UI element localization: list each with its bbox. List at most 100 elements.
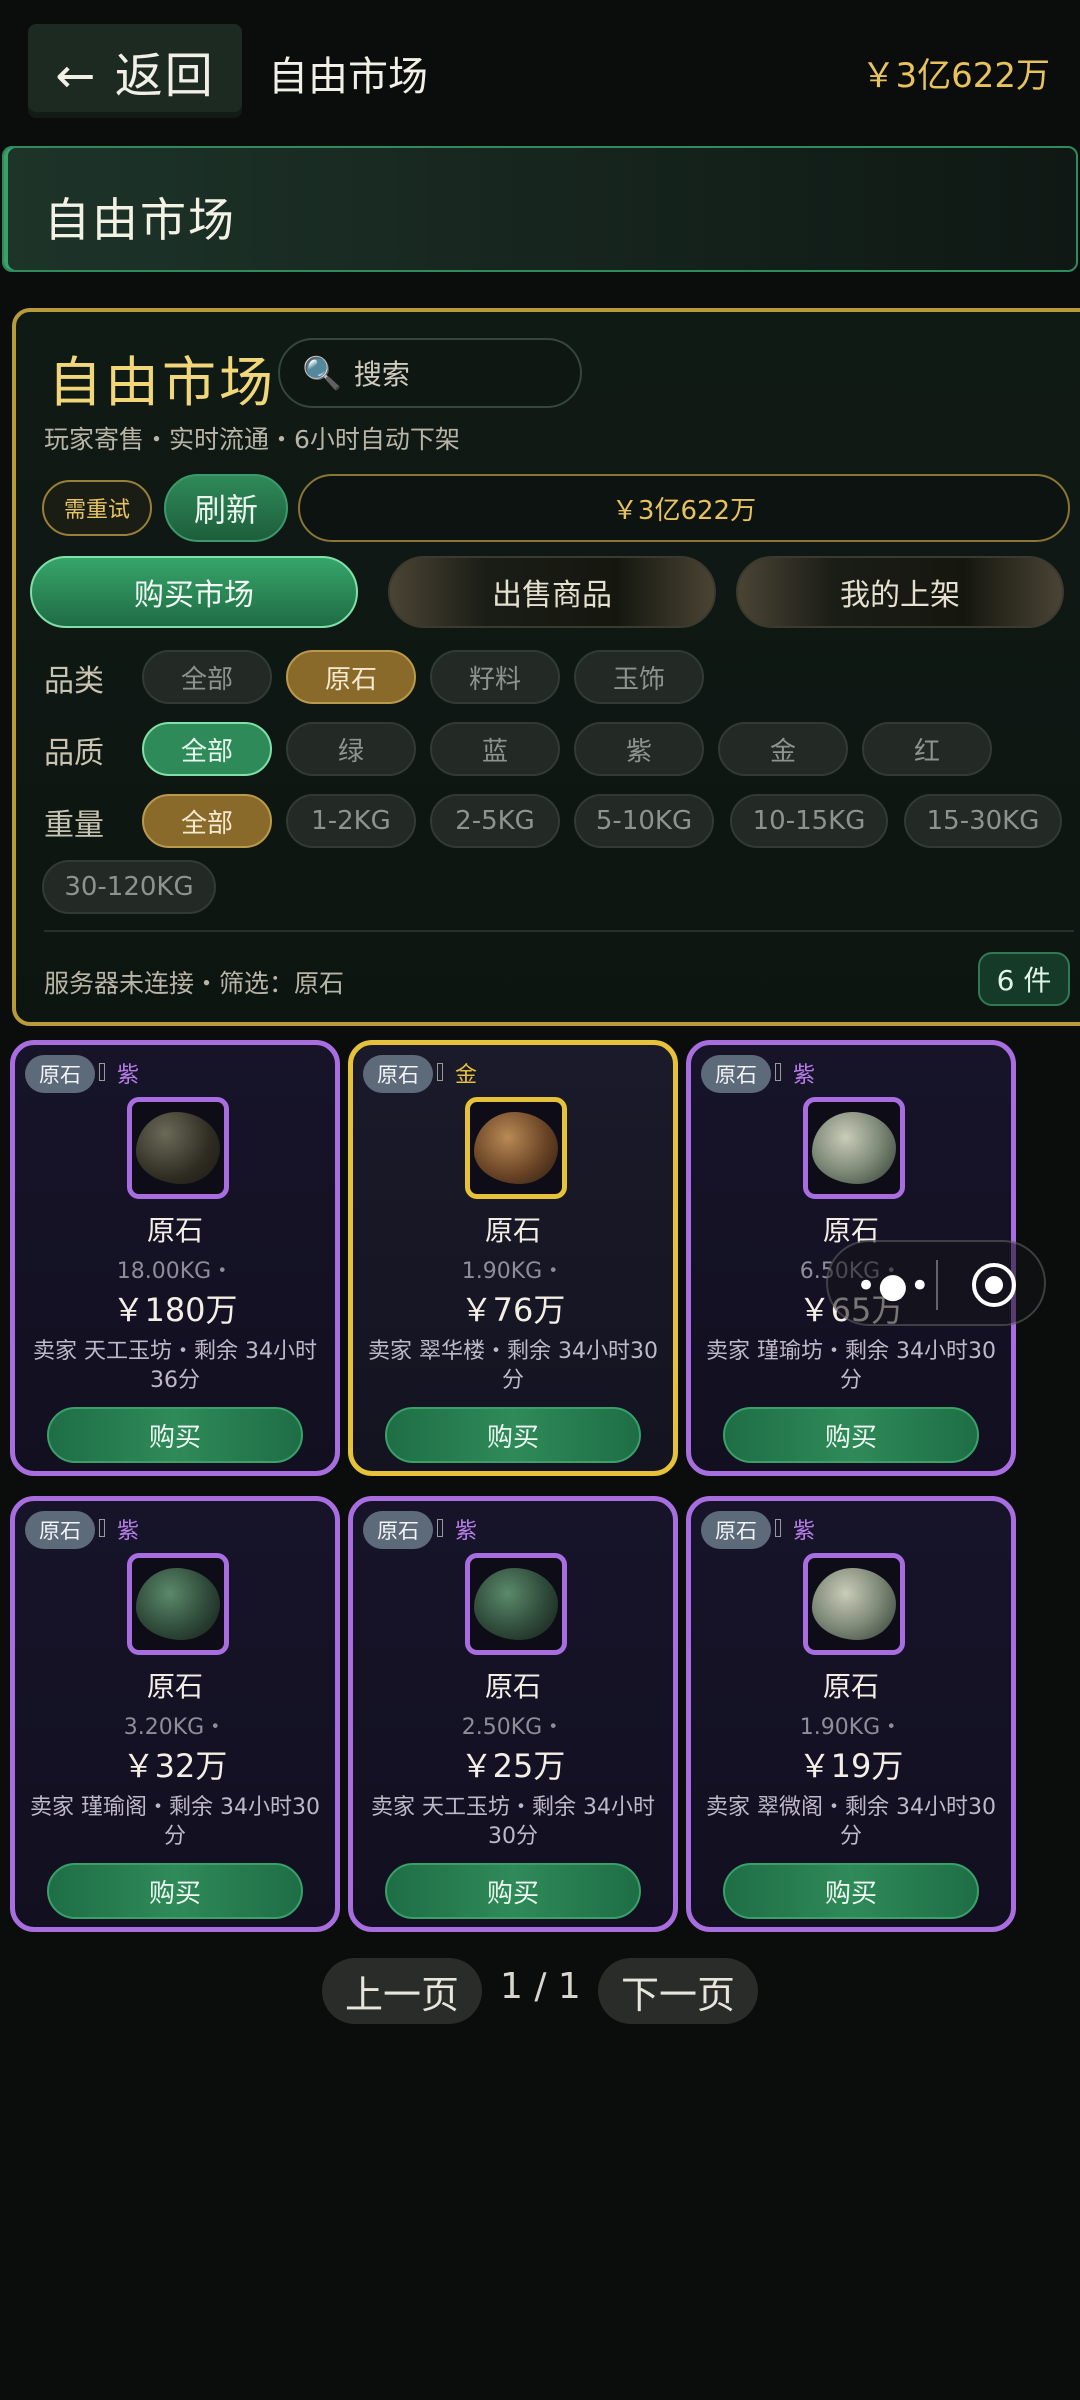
listing-card[interactable]: 原石 紫 原石 1.90KG・ ￥19万 卖家 翠微阁・剩余 34小时30分 购… [686,1496,1016,1932]
count-badge: 6 件 [978,952,1070,1006]
search-input[interactable]: 🔍 搜索 [278,338,582,408]
card-quality: 紫 [793,1519,816,1544]
quality-label: 品质 [44,736,104,771]
capsule-divider [936,1260,938,1310]
section-banner: 自由市场 [2,146,1078,272]
tab-buy-market[interactable]: 购买市场 [30,556,358,628]
quality-chip-all[interactable]: 全部 [142,722,272,776]
balance-pill: ￥3亿622万 [298,474,1070,542]
weight-chip-10-15kg[interactable]: 10-15KG [730,794,888,848]
quality-indicator-icon [775,1519,781,1537]
quality-indicator-icon [775,1063,781,1081]
back-button[interactable]: ← 返回 [28,24,242,118]
search-icon: 🔍 [302,354,342,392]
weight-chip-5-10kg[interactable]: 5-10KG [574,794,714,848]
card-name: 原石 [484,1214,541,1247]
retry-button[interactable]: 需重试 [42,480,152,536]
search-placeholder: 搜索 [353,358,410,391]
prev-page-button[interactable]: 上一页 [322,1958,482,2024]
card-price: ￥25万 [460,1747,566,1785]
item-image [803,1097,905,1199]
listing-card[interactable]: 原石 紫 原石 3.20KG・ ￥32万 卖家 瑾瑜阁・剩余 34小时30分 购… [10,1496,340,1932]
category-chip-seed[interactable]: 籽料 [430,650,560,704]
listing-card[interactable]: 原石 紫 原石 2.50KG・ ￥25万 卖家 天工玉坊・剩余 34小时30分 … [348,1496,678,1932]
card-price: ￥32万 [122,1747,228,1785]
buy-button[interactable]: 购买 [385,1863,641,1919]
card-seller: 卖家 瑾瑜坊・剩余 34小时30分 [706,1339,996,1393]
card-seller: 卖家 天工玉坊・剩余 34小时30分 [371,1795,655,1849]
weight-chip-30-120kg[interactable]: 30-120KG [42,860,216,914]
buy-button[interactable]: 购买 [47,1863,303,1919]
item-image [803,1553,905,1655]
card-name: 原石 [484,1670,541,1703]
more-icon[interactable]: •●• [856,1266,932,1306]
card-type-tag: 原石 [701,1511,771,1549]
next-page-button[interactable]: 下一页 [598,1958,758,2024]
card-quality: 紫 [793,1063,816,1088]
status-text: 服务器未连接・筛选：原石 [44,969,345,998]
card-seller: 卖家 翠微阁・剩余 34小时30分 [706,1795,996,1849]
item-image [465,1553,567,1655]
card-weight: 1.90KG・ [799,1715,903,1740]
listing-card[interactable]: 原石 金 原石 1.90KG・ ￥76万 卖家 翠华楼・剩余 34小时30分 购… [348,1040,678,1476]
card-type-tag: 原石 [363,1511,433,1549]
item-image [127,1553,229,1655]
card-price: ￥76万 [460,1291,566,1329]
weight-label: 重量 [44,808,104,843]
quality-chip-green[interactable]: 绿 [286,722,416,776]
card-price: ￥180万 [112,1291,238,1329]
buy-button[interactable]: 购买 [723,1863,979,1919]
tab-sell-items[interactable]: 出售商品 [388,556,716,628]
card-name: 原石 [146,1214,203,1247]
card-weight: 1.90KG・ [461,1259,565,1284]
balance-display: ￥3亿622万 [861,56,1050,96]
buy-button[interactable]: 购买 [385,1407,641,1463]
card-name: 原石 [146,1670,203,1703]
top-bar: ← 返回 自由市场 ￥3亿622万 [0,0,1080,140]
quality-chip-gold[interactable]: 金 [718,722,848,776]
miniprogram-capsule: •●• [826,1240,1046,1326]
quality-indicator-icon [437,1063,443,1081]
card-seller: 卖家 翠华楼・剩余 34小时30分 [368,1339,658,1393]
close-target-icon[interactable] [972,1263,1016,1307]
card-name: 原石 [822,1670,879,1703]
quality-chip-blue[interactable]: 蓝 [430,722,560,776]
weight-chip-15-30kg[interactable]: 15-30KG [904,794,1062,848]
listing-card[interactable]: 原石 紫 原石 18.00KG・ ￥180万 卖家 天工玉坊・剩余 34小时36… [10,1040,340,1476]
card-quality: 紫 [117,1519,140,1544]
quality-indicator-icon [99,1063,105,1081]
panel-divider [44,930,1074,932]
category-chip-all[interactable]: 全部 [142,650,272,704]
buy-button[interactable]: 购买 [723,1407,979,1463]
weight-chip-2-5kg[interactable]: 2-5KG [430,794,560,848]
quality-chip-purple[interactable]: 紫 [574,722,704,776]
panel-title: 自由市场 [48,351,276,414]
banner-title: 自由市场 [44,193,236,247]
card-type-tag: 原石 [25,1055,95,1093]
category-chip-raw-stone[interactable]: 原石 [286,650,416,704]
page-title: 自由市场 [268,54,428,100]
page-indicator: 1 / 1 [500,1966,581,2007]
card-weight: 18.00KG・ [116,1259,234,1284]
tab-my-listings[interactable]: 我的上架 [736,556,1064,628]
item-image [465,1097,567,1199]
weight-chip-1-2kg[interactable]: 1-2KG [286,794,416,848]
market-panel: 自由市场 🔍 搜索 玩家寄售・实时流通・6小时自动下架 需重试 刷新 ￥3亿62… [12,308,1080,1026]
quality-indicator-icon [99,1519,105,1537]
buy-button[interactable]: 购买 [47,1407,303,1463]
card-type-tag: 原石 [363,1055,433,1093]
refresh-button[interactable]: 刷新 [164,474,288,542]
card-seller: 卖家 天工玉坊・剩余 34小时36分 [33,1339,317,1393]
weight-chip-all[interactable]: 全部 [142,794,272,848]
card-weight: 2.50KG・ [461,1715,565,1740]
card-quality: 金 [455,1063,478,1088]
card-quality: 紫 [117,1063,140,1088]
category-chip-jewelry[interactable]: 玉饰 [574,650,704,704]
card-quality: 紫 [455,1519,478,1544]
card-type-tag: 原石 [25,1511,95,1549]
quality-indicator-icon [437,1519,443,1537]
card-weight: 3.20KG・ [123,1715,227,1740]
quality-chip-red[interactable]: 红 [862,722,992,776]
item-image [127,1097,229,1199]
card-price: ￥19万 [798,1747,904,1785]
